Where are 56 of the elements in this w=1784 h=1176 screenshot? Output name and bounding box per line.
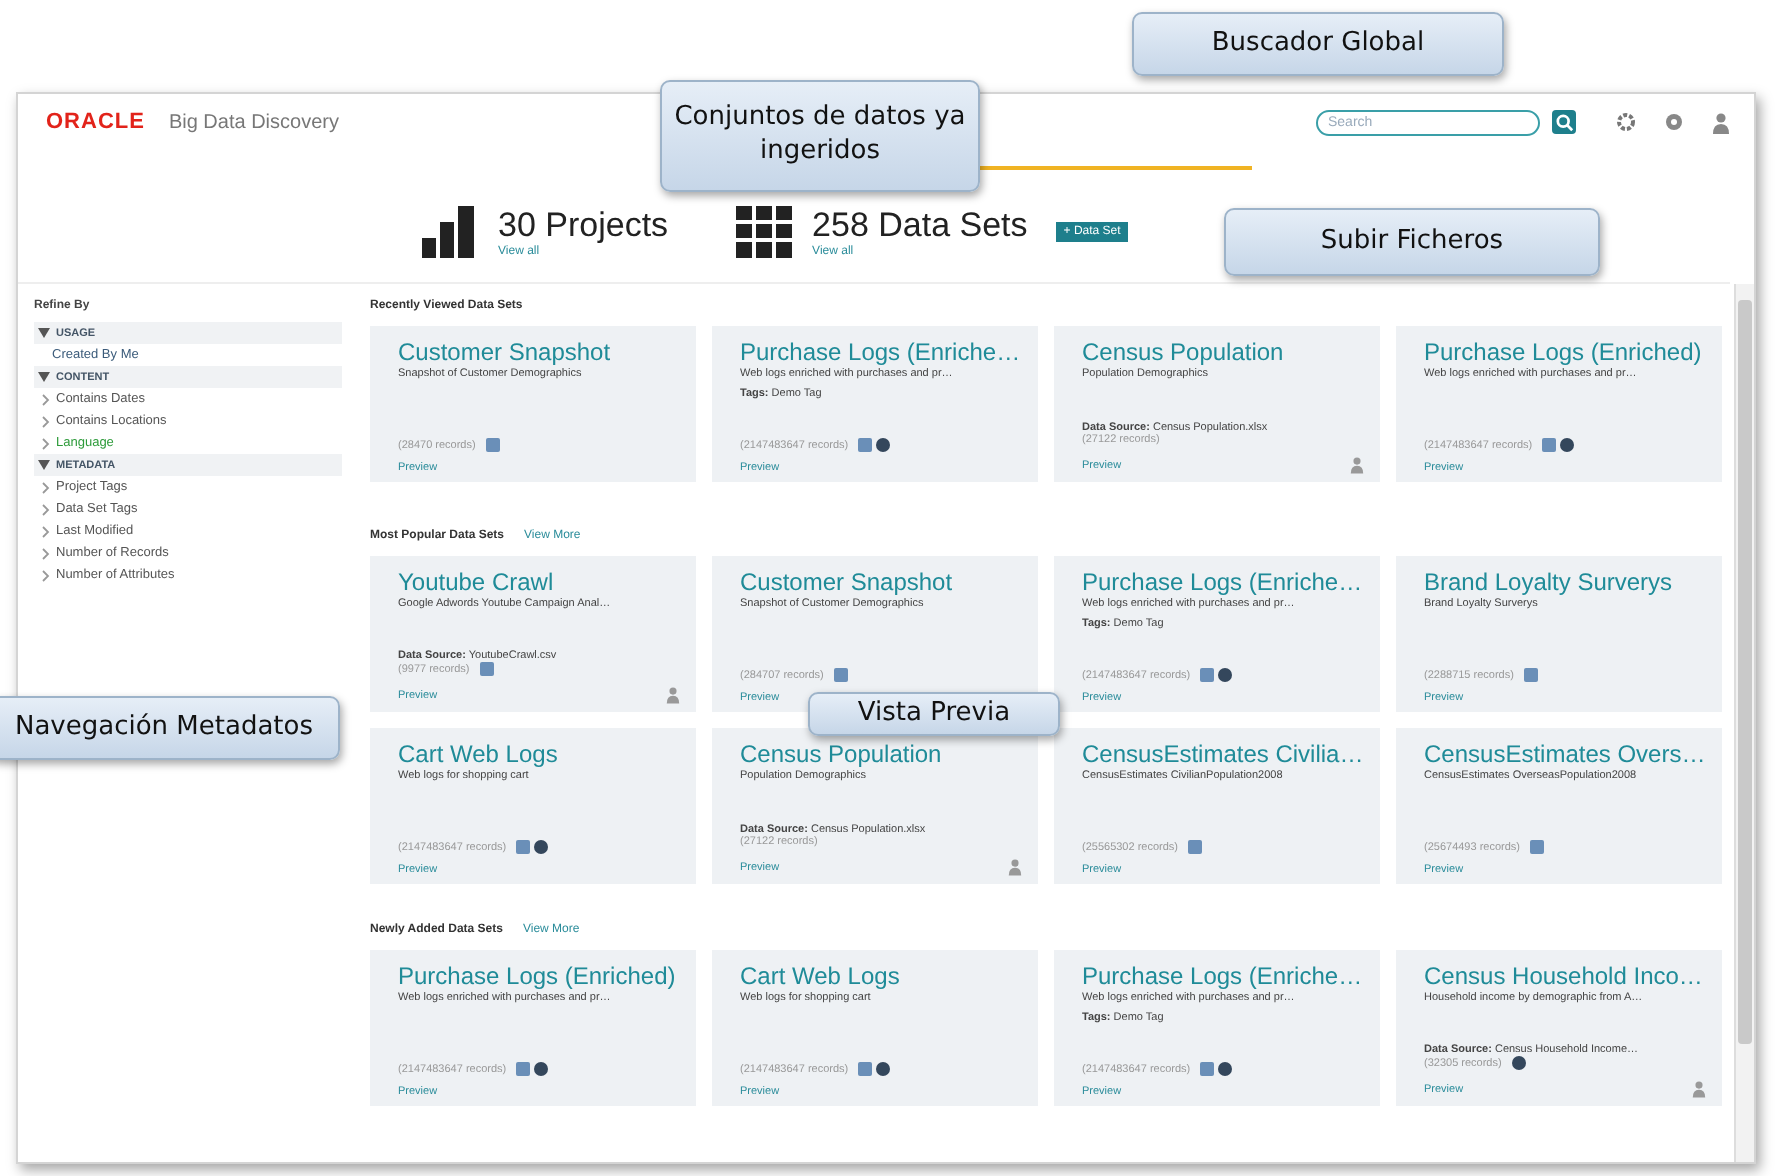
- card-title[interactable]: Purchase Logs (Enriched): [1424, 338, 1706, 366]
- card-title[interactable]: Cart Web Logs: [398, 740, 680, 768]
- dot-icon: [1218, 1062, 1233, 1076]
- info-square-icon: [485, 438, 500, 452]
- callout-tooltip: Conjuntos de datos ya ingeridos: [660, 80, 980, 192]
- caret-down-icon: [38, 460, 50, 470]
- card-title[interactable]: Cart Web Logs: [740, 962, 1022, 990]
- dot-icon: [1218, 668, 1233, 682]
- callout-tooltip: Subir Ficheros: [1224, 208, 1600, 276]
- caret-down-icon: [38, 372, 50, 382]
- card-title[interactable]: Census Household Inco…: [1424, 962, 1706, 990]
- stat-label: 258 Data Sets: [812, 206, 1028, 245]
- dot-icon: [1511, 1056, 1526, 1070]
- card-title[interactable]: Purchase Logs (Enriche…: [1082, 962, 1364, 990]
- info-square-icon: [1523, 668, 1538, 682]
- card-title[interactable]: Purchase Logs (Enriche…: [1082, 568, 1364, 596]
- search-button[interactable]: [1552, 110, 1576, 134]
- product-name: Big Data Discovery: [168, 111, 339, 133]
- card-title[interactable]: Customer Snapshot: [398, 338, 680, 366]
- card-title[interactable]: CensusEstimates Civilia…: [1082, 740, 1364, 768]
- dot-icon: [534, 1062, 549, 1076]
- card-title[interactable]: Purchase Logs (Enriched): [398, 962, 680, 990]
- dot-icon: [534, 840, 549, 854]
- info-square-icon: [1200, 1062, 1215, 1076]
- dot-icon: [1560, 438, 1575, 452]
- help-icon[interactable]: [1664, 112, 1684, 132]
- dot-icon: [876, 1062, 891, 1076]
- card-title[interactable]: Brand Loyalty Surverys: [1424, 568, 1706, 596]
- grid-icon: [736, 206, 793, 258]
- scrollbar[interactable]: [1734, 284, 1754, 1162]
- info-square-icon: [479, 662, 494, 676]
- settings-icon[interactable]: [1616, 112, 1636, 132]
- card-title[interactable]: Customer Snapshot: [740, 568, 1022, 596]
- card-title[interactable]: CensusEstimates Overs…: [1424, 740, 1706, 768]
- user-icon[interactable]: [1712, 111, 1730, 133]
- card-title[interactable]: Purchase Logs (Enriche…: [740, 338, 1022, 366]
- info-square-icon: [833, 668, 848, 682]
- dot-icon: [876, 438, 891, 452]
- callout-tooltip: Buscador Global: [1132, 12, 1504, 76]
- info-square-icon: [1542, 438, 1557, 452]
- info-square-icon: [1188, 840, 1203, 854]
- card-title[interactable]: Census Population: [1082, 338, 1364, 366]
- info-square-icon: [858, 1062, 873, 1076]
- callout-tooltip: Vista Previa: [808, 692, 1060, 736]
- callout-tooltip: Navegación Metadatos: [0, 696, 340, 760]
- stat-label: 30 Projects: [498, 206, 669, 245]
- card-title[interactable]: Census Population: [740, 740, 1022, 768]
- info-square-icon: [1530, 840, 1545, 854]
- info-square-icon: [1200, 668, 1215, 682]
- info-square-icon: [516, 840, 531, 854]
- info-square-icon: [516, 1062, 531, 1076]
- oracle-logo: ORACLE: [46, 110, 145, 134]
- card-title[interactable]: Youtube Crawl: [398, 568, 680, 596]
- bar-chart-icon: [422, 206, 478, 258]
- info-square-icon: [858, 438, 873, 452]
- caret-down-icon: [38, 328, 50, 338]
